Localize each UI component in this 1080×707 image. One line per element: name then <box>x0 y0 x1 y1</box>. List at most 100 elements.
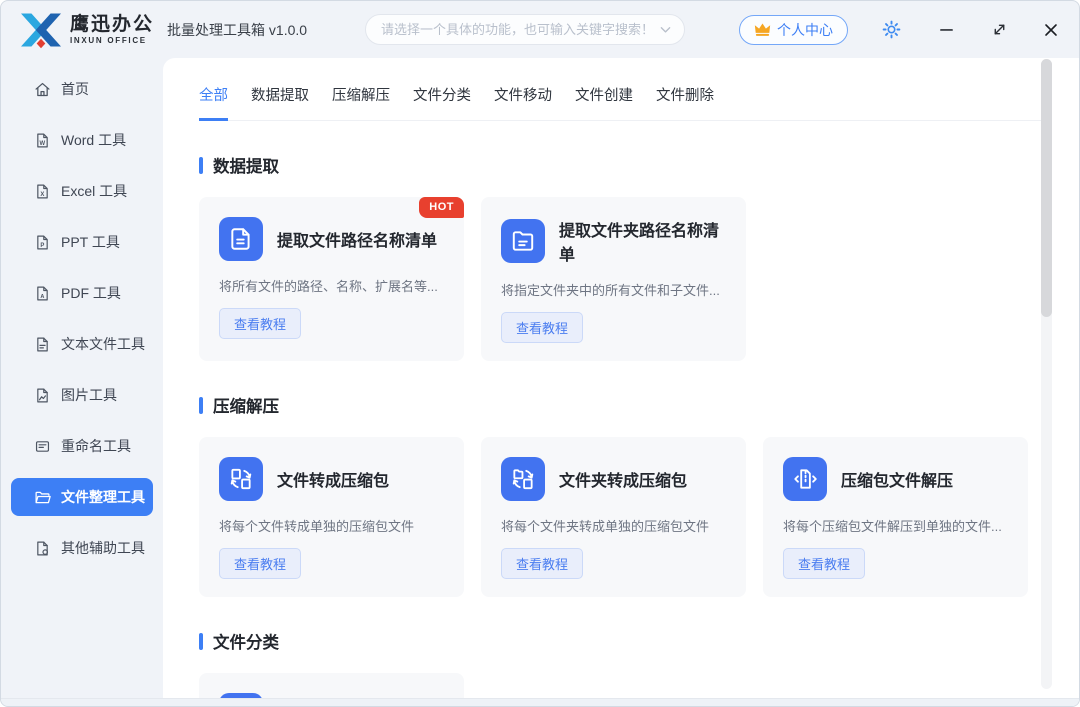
section-compress: 压缩解压 <box>199 393 1043 597</box>
section-accent-bar <box>199 397 203 414</box>
view-tutorial-button[interactable]: 查看教程 <box>783 548 865 579</box>
card-extract-folder-path-list[interactable]: 提取文件夹路径名称清单 将指定文件夹中的所有文件和子文件... 查看教程 <box>481 197 746 361</box>
sidebar-item-label: Word 工具 <box>61 130 126 150</box>
tab-data-extract[interactable]: 数据提取 <box>251 84 309 120</box>
hot-badge: HOT <box>419 197 464 218</box>
body: 首页 W Word 工具 X Excel 工具 <box>1 58 1079 706</box>
card-description: 将指定文件夹中的所有文件和子文件... <box>501 280 726 299</box>
sidebar-item-label: Excel 工具 <box>61 181 127 201</box>
section-title: 压缩解压 <box>213 393 279 417</box>
app-window: 鹰迅办公 INXUN OFFICE 批量处理工具箱 v1.0.0 个人中心 <box>0 0 1080 707</box>
rename-icon <box>33 437 51 455</box>
tab-file-delete[interactable]: 文件删除 <box>656 84 714 120</box>
user-center-label: 个人中心 <box>777 20 833 40</box>
app-title: 批量处理工具箱 v1.0.0 <box>167 20 307 40</box>
minimize-button[interactable] <box>939 22 954 37</box>
brand: 鹰迅办公 INXUN OFFICE <box>19 10 154 50</box>
sidebar-item-label: 首页 <box>61 79 89 99</box>
svg-text:W: W <box>39 140 45 146</box>
tab-all[interactable]: 全部 <box>199 84 228 121</box>
tab-compress[interactable]: 压缩解压 <box>332 84 390 120</box>
ppt-doc-icon: P <box>33 233 51 251</box>
folder-icon <box>33 488 51 506</box>
sidebar-item-label: PDF 工具 <box>61 283 121 303</box>
file-list-icon <box>219 217 263 261</box>
card-title: 压缩包文件解压 <box>841 467 953 491</box>
scrollbar-thumb[interactable] <box>1041 59 1052 317</box>
section-header: 压缩解压 <box>199 393 1043 417</box>
brand-text: 鹰迅办公 INXUN OFFICE <box>70 15 154 45</box>
tab-file-move[interactable]: 文件移动 <box>494 84 552 120</box>
sidebar-item-home[interactable]: 首页 <box>11 70 153 108</box>
excel-doc-icon: X <box>33 182 51 200</box>
folder-to-zip-icon <box>501 457 545 501</box>
sidebar-item-excel-tools[interactable]: X Excel 工具 <box>11 172 153 210</box>
section-data-extract: 数据提取 HOT 提 <box>199 153 1043 361</box>
section-accent-bar <box>199 157 203 174</box>
section-title: 文件分类 <box>213 629 279 653</box>
chevron-down-icon[interactable] <box>660 26 671 34</box>
brand-name: 鹰迅办公 <box>70 15 154 34</box>
brand-subtitle: INXUN OFFICE <box>70 37 154 45</box>
section-accent-bar <box>199 633 203 650</box>
card-title: 文件夹转成压缩包 <box>559 467 687 491</box>
assist-doc-icon <box>33 539 51 557</box>
user-center-button[interactable]: 个人中心 <box>739 15 848 45</box>
sidebar-item-rename-tools[interactable]: 重命名工具 <box>11 427 153 465</box>
sidebar-item-label: 文件整理工具 <box>61 487 145 507</box>
svg-text:P: P <box>40 242 44 248</box>
section-title: 数据提取 <box>213 153 279 177</box>
view-tutorial-button[interactable]: 查看教程 <box>501 548 583 579</box>
text-doc-icon <box>33 335 51 353</box>
maximize-button[interactable] <box>992 22 1007 37</box>
category-tabs: 全部 数据提取 压缩解压 文件分类 文件移动 文件创建 文件删除 <box>199 84 1043 121</box>
section-header: 文件分类 <box>199 629 1043 653</box>
settings-gear-button[interactable] <box>882 20 901 39</box>
card-title: 提取文件夹路径名称清单 <box>559 217 726 265</box>
view-tutorial-button[interactable]: 查看教程 <box>219 308 301 339</box>
sidebar-item-word-tools[interactable]: W Word 工具 <box>11 121 153 159</box>
section-file-classify: 文件分类 <box>199 629 1043 706</box>
sidebar-item-file-organize-tools[interactable]: 文件整理工具 <box>11 478 153 516</box>
image-doc-icon <box>33 386 51 404</box>
sidebar-item-ppt-tools[interactable]: P PPT 工具 <box>11 223 153 261</box>
sidebar-item-pdf-tools[interactable]: A PDF 工具 <box>11 274 153 312</box>
inxun-x-logo-icon <box>19 10 63 50</box>
sidebar-item-label: PPT 工具 <box>61 232 120 252</box>
card-description: 将所有文件的路径、名称、扩展名等... <box>219 276 444 295</box>
card-unzip-files[interactable]: 压缩包文件解压 将每个压缩包文件解压到单独的文件... 查看教程 <box>763 437 1028 597</box>
sidebar-item-label: 重命名工具 <box>61 436 131 456</box>
sidebar-item-other-assist-tools[interactable]: 其他辅助工具 <box>11 529 153 567</box>
sidebar-item-text-file-tools[interactable]: 文本文件工具 <box>11 325 153 363</box>
home-icon <box>33 80 51 98</box>
search-input[interactable] <box>379 21 660 38</box>
tab-file-classify[interactable]: 文件分类 <box>413 84 471 120</box>
folder-list-icon <box>501 219 545 263</box>
window-bottom-edge <box>1 698 1079 706</box>
unzip-icon <box>783 457 827 501</box>
card-file-to-zip[interactable]: 文件转成压缩包 将每个文件转成单独的压缩包文件 查看教程 <box>199 437 464 597</box>
card-extract-file-path-list[interactable]: HOT 提取文件路径名称清单 将所有文件的路径、名称、 <box>199 197 464 361</box>
sidebar-item-label: 图片工具 <box>61 385 117 405</box>
card-grid: HOT 提取文件路径名称清单 将所有文件的路径、名称、 <box>199 197 1043 361</box>
sidebar-item-image-tools[interactable]: 图片工具 <box>11 376 153 414</box>
card-description: 将每个文件夹转成单独的压缩包文件 <box>501 516 726 535</box>
function-search-box[interactable] <box>365 14 685 45</box>
tab-file-create[interactable]: 文件创建 <box>575 84 633 120</box>
card-title: 提取文件路径名称清单 <box>277 227 437 251</box>
crown-icon <box>754 22 771 37</box>
sidebar-item-label: 其他辅助工具 <box>61 538 145 558</box>
section-header: 数据提取 <box>199 153 1043 177</box>
card-title: 文件转成压缩包 <box>277 467 389 491</box>
file-to-zip-icon <box>219 457 263 501</box>
svg-text:A: A <box>40 293 44 299</box>
card-folder-to-zip[interactable]: 文件夹转成压缩包 将每个文件夹转成单独的压缩包文件 查看教程 <box>481 437 746 597</box>
view-tutorial-button[interactable]: 查看教程 <box>501 312 583 343</box>
close-button[interactable] <box>1043 22 1059 38</box>
view-tutorial-button[interactable]: 查看教程 <box>219 548 301 579</box>
svg-text:X: X <box>40 191 44 197</box>
card-description: 将每个文件转成单独的压缩包文件 <box>219 516 444 535</box>
main-content: 全部 数据提取 压缩解压 文件分类 文件移动 文件创建 文件删除 数据提取 HO… <box>163 58 1079 706</box>
pdf-doc-icon: A <box>33 284 51 302</box>
sidebar: 首页 W Word 工具 X Excel 工具 <box>1 58 163 706</box>
